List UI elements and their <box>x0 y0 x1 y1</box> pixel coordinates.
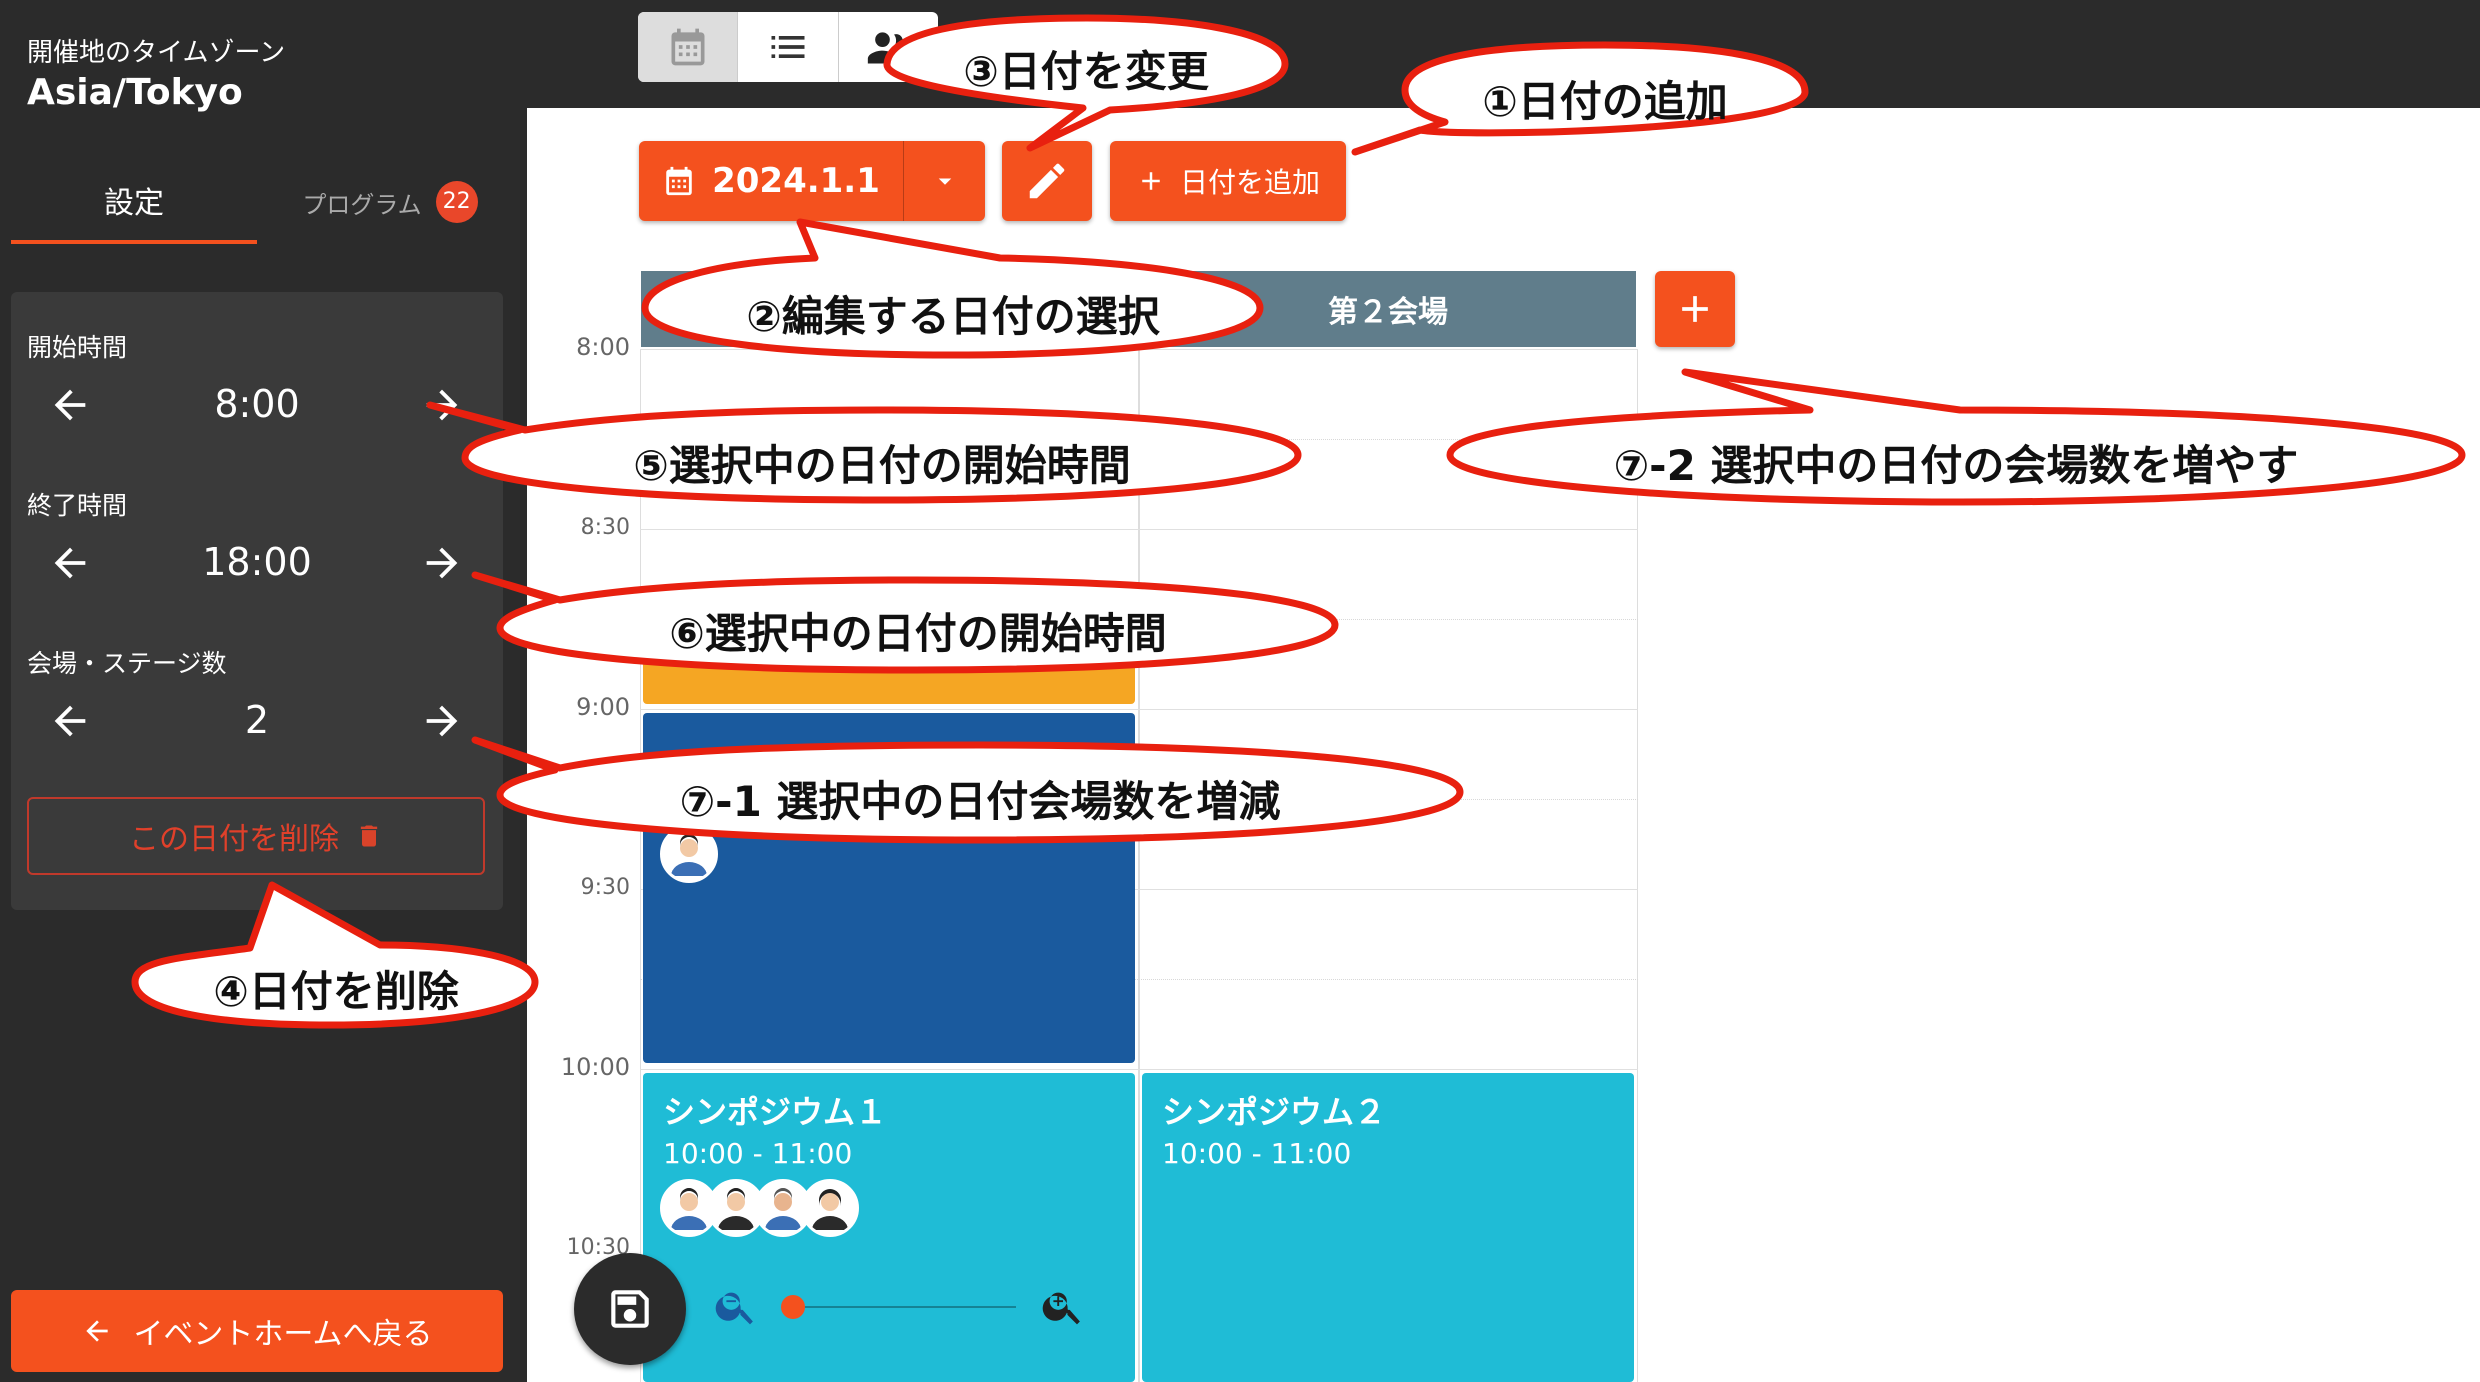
callout-change-date: ③日付を変更 <box>963 47 1209 96</box>
callout-venues-increase: ⑦-2 選択中の日付の会場数を増やす <box>1613 441 2299 490</box>
callout-start-time: ⑤選択中の日付の開始時間 <box>633 441 1131 490</box>
callout-delete-date: ④日付を削除 <box>213 967 459 1016</box>
callout-venues-adjust: ⑦-1 選択中の日付会場数を増減 <box>679 777 1281 826</box>
callout-shapes <box>131 14 2466 1029</box>
callout-end-time: ⑥選択中の日付の開始時間 <box>669 609 1167 658</box>
callout-add-date: ①日付の追加 <box>1482 77 1728 126</box>
callout-select-date: ②編集する日付の選択 <box>746 292 1160 341</box>
